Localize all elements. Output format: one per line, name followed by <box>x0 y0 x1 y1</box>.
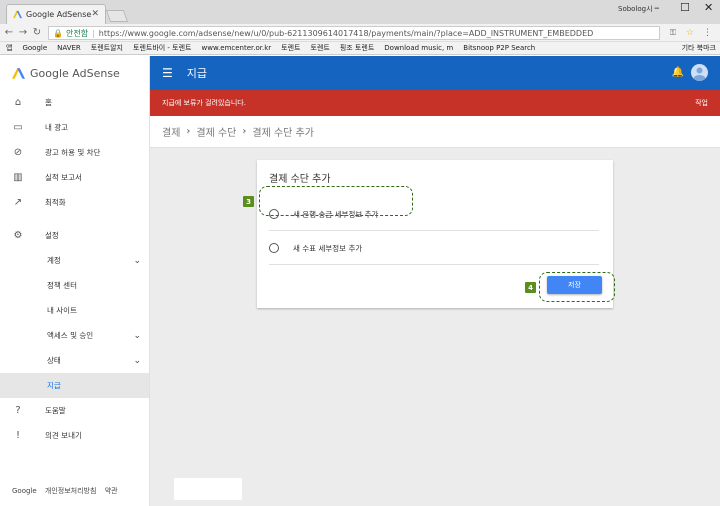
secure-label: 안전함 <box>65 28 89 38</box>
blank-area <box>174 478 242 500</box>
browser-tab[interactable]: Google AdSense ✕ <box>6 4 106 24</box>
adsense-logo-icon <box>12 67 25 79</box>
page-title: 지급 <box>186 67 208 80</box>
close-window-icon[interactable]: ✕ <box>704 1 713 14</box>
lock-icon: 🔒 <box>53 28 63 38</box>
bookmark-google[interactable]: Google <box>22 44 47 52</box>
breadcrumb-payment-methods[interactable]: 결제 수단 <box>196 124 236 139</box>
bookmark-item[interactable]: 토렌트 <box>311 43 330 53</box>
ads-icon: ▭ <box>13 122 23 133</box>
bookmark-item[interactable]: Bitsnoop P2P Search <box>463 44 535 52</box>
sidebar-item-access[interactable]: 액세스 및 승인 ⌄ <box>0 323 149 348</box>
avatar[interactable] <box>691 64 708 81</box>
close-tab-icon[interactable]: ✕ <box>91 9 99 19</box>
breadcrumb-add-payment-method: 결제 수단 추가 <box>252 128 314 139</box>
option-check[interactable]: 새 수표 세부정보 추가 <box>269 234 599 262</box>
chevron-right-icon: › <box>242 126 247 137</box>
sidebar-item-payments[interactable]: 지급 <box>0 373 149 398</box>
bookmark-item[interactable]: 토렌트 <box>281 43 300 53</box>
chevron-right-icon: › <box>186 126 191 137</box>
bookmark-item[interactable]: 토렌트바이 - 토렌트 <box>133 43 192 53</box>
sidebar-item-home[interactable]: ⌂ 홈 <box>0 90 149 115</box>
footer-google: Google <box>12 487 37 495</box>
trending-icon: ↗ <box>13 197 23 208</box>
bookmark-item[interactable]: www.emcenter.or.kr <box>202 44 272 52</box>
back-icon[interactable]: ← <box>2 27 16 38</box>
sidebar-item-allow-block[interactable]: ⊘ 광고 허용 및 차단 <box>0 140 149 165</box>
bookmark-naver[interactable]: NAVER <box>57 44 81 52</box>
window-user: Sobolog시 <box>618 5 653 13</box>
tab-title: Google AdSense <box>26 10 92 19</box>
bookmark-item[interactable]: 핑조 토렌트 <box>340 43 374 53</box>
alert-message: 지급에 보류가 걸려있습니다. <box>162 99 246 107</box>
report-icon: ▥ <box>13 172 23 183</box>
sidebar-item-status[interactable]: 상태 ⌄ <box>0 348 149 373</box>
radio-check[interactable] <box>269 243 279 253</box>
divider <box>269 230 599 231</box>
other-bookmarks[interactable]: 기타 북마크 <box>677 43 716 53</box>
sidebar-footer: Google 개인정보처리방침 약관 <box>12 486 124 496</box>
block-icon: ⊘ <box>13 147 23 158</box>
browser-tabbar: Google AdSense ✕ Sobolog시 – ☐ ✕ <box>0 0 720 24</box>
star-icon[interactable]: ☆ <box>686 28 694 38</box>
card-title: 결제 수단 추가 <box>269 174 331 185</box>
footer-privacy-link[interactable]: 개인정보처리방침 <box>45 487 97 495</box>
minimize-icon[interactable]: – <box>654 1 660 14</box>
adsense-logo[interactable]: Google AdSense <box>0 56 149 90</box>
forward-icon[interactable]: → <box>16 27 30 38</box>
sidebar: Google AdSense ⌂ 홈 ▭ 내 광고 ⊘ 광고 허용 및 차단 ▥ 실적 … <box>0 56 150 506</box>
bookmark-item[interactable]: Download music, m <box>384 44 453 52</box>
home-icon: ⌂ <box>14 97 22 108</box>
url-field[interactable]: 🔒 안전함 | https://www.google.com/adsense/n… <box>48 26 660 40</box>
sidebar-item-account[interactable]: 계정 ⌄ <box>0 248 149 273</box>
help-icon: ? <box>15 405 21 416</box>
chevron-down-icon: ⌄ <box>133 330 141 341</box>
sidebar-item-optimization[interactable]: ↗ 최적화 <box>0 190 149 215</box>
step-badge-3: 3 <box>243 196 254 207</box>
sidebar-item-my-ads[interactable]: ▭ 내 광고 <box>0 115 149 140</box>
new-tab-button[interactable] <box>105 10 129 22</box>
key-icon[interactable]: ⚿ <box>670 28 676 38</box>
highlight-box-3 <box>259 186 413 216</box>
sidebar-item-help[interactable]: ? 도움말 <box>0 398 149 423</box>
adsense-favicon-icon <box>13 10 22 19</box>
sidebar-item-settings[interactable]: ⚙ 설정 <box>0 223 149 248</box>
menu-dots-icon[interactable]: ⋮ <box>703 28 712 38</box>
url-text: https://www.google.com/adsense/new/u/0/p… <box>98 28 594 38</box>
footer-terms-link[interactable]: 약관 <box>105 487 118 495</box>
bookmark-item[interactable]: 토렌트알지 <box>91 43 123 53</box>
sidebar-item-reports[interactable]: ▥ 실적 보고서 <box>0 165 149 190</box>
app-header: ☰ 지급 🔔 <box>150 56 720 90</box>
gear-icon: ⚙ <box>13 230 23 241</box>
reload-icon[interactable]: ↻ <box>30 27 44 38</box>
sidebar-item-policy-center[interactable]: 정책 센터 <box>0 273 149 298</box>
main-content: 결제 수단 추가 새 은행 송금 세부정보 추가 새 수표 세부정보 추가 저장 <box>150 148 720 506</box>
bell-icon[interactable]: 🔔 <box>672 67 684 78</box>
step-badge-4: 4 <box>525 282 536 293</box>
alert-action-button[interactable]: 작업 <box>695 98 708 108</box>
address-bar-row: ← → ↻ 🔒 안전함 | https://www.google.com/ads… <box>0 24 720 42</box>
breadcrumb: 결제 › 결제 수단 › 결제 수단 추가 <box>150 116 720 148</box>
maximize-icon[interactable]: ☐ <box>680 1 690 14</box>
chevron-down-icon: ⌄ <box>133 355 141 366</box>
payment-hold-alert: 지급에 보류가 걸려있습니다. 작업 <box>150 90 720 116</box>
sidebar-item-feedback[interactable]: ! 의견 보내기 <box>0 423 149 448</box>
bookmarks-bar: 앱 Google NAVER 토렌트알지 토렌트바이 - 토렌트 www.emc… <box>0 42 720 55</box>
bookmark-apps[interactable]: 앱 <box>6 43 12 53</box>
feedback-icon: ! <box>15 430 20 441</box>
chevron-down-icon: ⌄ <box>133 255 141 266</box>
breadcrumb-payments[interactable]: 결제 <box>162 124 180 139</box>
hamburger-menu-icon[interactable]: ☰ <box>162 66 173 80</box>
divider <box>269 264 599 265</box>
highlight-box-4 <box>539 272 615 302</box>
sidebar-item-my-sites[interactable]: 내 사이트 <box>0 298 149 323</box>
